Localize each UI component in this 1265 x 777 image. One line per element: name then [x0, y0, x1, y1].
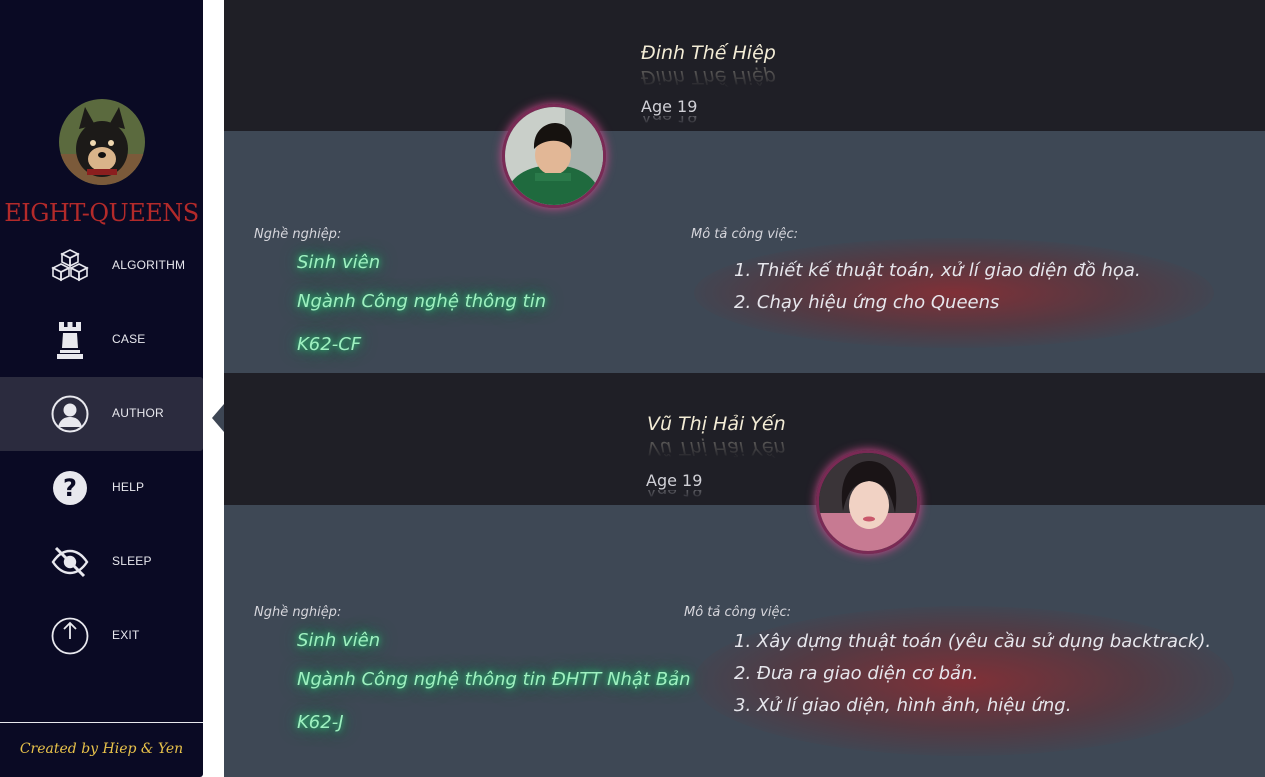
author-name-reflection: Đinh Thế Hiệp: [641, 66, 776, 88]
nav-label-algorithm: ALGORITHM: [112, 258, 186, 272]
occupation-item: K62-CF: [297, 334, 362, 355]
nav-item-algorithm[interactable]: ALGORITHM: [0, 229, 203, 303]
nav-label-case: CASE: [112, 332, 146, 346]
question-icon: ?: [50, 469, 90, 507]
tasks-label: Mô tả công việc:: [684, 605, 792, 620]
occupation-label: Nghề nghiệp:: [254, 605, 342, 620]
task-item: 2. Chạy hiệu ứng cho Queens: [734, 292, 1000, 313]
active-nav-pointer: [212, 404, 224, 432]
task-item: 1. Thiết kế thuật toán, xử lí giao diện …: [734, 260, 1141, 281]
app-logo-avatar: [59, 99, 145, 185]
tasks-label: Mô tả công việc:: [691, 227, 799, 242]
author-age: Age 19: [641, 97, 698, 116]
author-age-reflection: Age 19: [641, 116, 698, 126]
author-page: Đinh Thế Hiệp Đinh Thế Hiệp Age 19 Age 1…: [224, 0, 1265, 777]
sidebar-divider: [0, 722, 203, 723]
nav-label-author: AUTHOR: [112, 406, 164, 420]
app-title: EIGHT-QUEENS: [4, 199, 199, 227]
nav-label-sleep: SLEEP: [112, 554, 152, 568]
power-icon: [50, 617, 90, 655]
chess-rook-icon: [50, 321, 90, 359]
nav-label-exit: EXIT: [112, 628, 140, 642]
cubes-icon: [50, 247, 90, 285]
occupation-item: K62-J: [297, 712, 344, 733]
nav-item-author[interactable]: AUTHOR: [0, 377, 203, 451]
nav-item-case[interactable]: CASE: [0, 303, 203, 377]
nav-label-help: HELP: [112, 480, 145, 494]
task-item: 1. Xây dựng thuật toán (yêu cầu sử dụng …: [734, 631, 1212, 652]
author-age-reflection: Age 19: [646, 490, 703, 500]
svg-text:?: ?: [63, 474, 77, 502]
nav-item-sleep[interactable]: SLEEP: [0, 525, 203, 599]
task-item: 3. Xử lí giao diện, hình ảnh, hiệu ứng.: [734, 695, 1072, 716]
author-photo: [502, 104, 606, 208]
occupation-item: Sinh viên: [297, 252, 381, 273]
author-age: Age 19: [646, 471, 703, 490]
author-name: Vũ Thị Hải Yến: [647, 413, 786, 435]
occupation-item: Ngành Công nghệ thông tin ĐHTT Nhật Bản: [297, 669, 691, 690]
occupation-item: Ngành Công nghệ thông tin: [297, 291, 547, 312]
nav-item-exit[interactable]: EXIT: [0, 599, 203, 673]
occupation-label: Nghề nghiệp:: [254, 227, 342, 242]
nav-item-help[interactable]: ? HELP: [0, 451, 203, 525]
occupation-item: Sinh viên: [297, 630, 381, 651]
eye-slash-icon: [50, 543, 90, 581]
sidebar: EIGHT-QUEENS ALGORITHM CASE AUTHOR ? HEL…: [0, 0, 203, 777]
user-icon: [50, 395, 90, 433]
task-item: 2. Đưa ra giao diện cơ bản.: [734, 663, 979, 684]
author-name: Đinh Thế Hiệp: [641, 42, 776, 64]
author-name-reflection: Vũ Thị Hải Yến: [647, 437, 786, 459]
footer-credit: Created by Hiep & Yen: [19, 741, 184, 757]
author-photo: [816, 450, 920, 554]
